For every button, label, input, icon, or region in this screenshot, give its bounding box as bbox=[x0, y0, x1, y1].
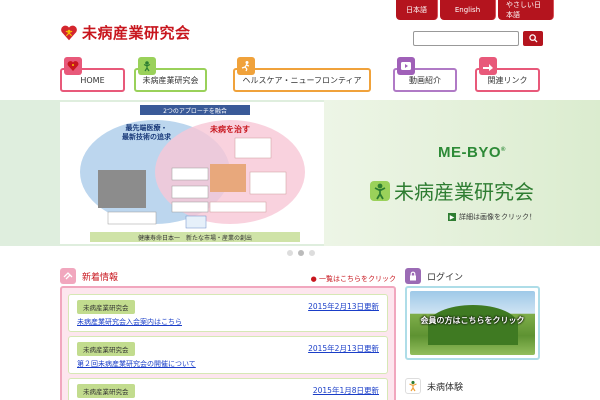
news-text[interactable]: 第２回未病産業研究会の開催について bbox=[77, 359, 196, 369]
list-item[interactable]: 未病産業研究会 2015年2月13日更新 第２回未病産業研究会の開催について bbox=[68, 336, 388, 374]
list-item[interactable]: 未病産業研究会 2015年1月8日更新 bbox=[68, 378, 388, 400]
nav-video[interactable]: 動画紹介 bbox=[393, 57, 457, 92]
news-date[interactable]: 2015年2月13日更新 bbox=[308, 301, 379, 312]
arrow-right-icon: ▶ bbox=[448, 213, 456, 221]
nav-health-frontier[interactable]: ヘルスケア・ニューフロンティア bbox=[233, 57, 371, 92]
nav-links-label: 関連リンク bbox=[487, 75, 528, 85]
search-icon bbox=[528, 34, 538, 43]
sidebar: ログイン 会員の方はこちらをクリック 未病体験 bbox=[405, 266, 540, 396]
person-icon bbox=[405, 378, 421, 394]
slide-footer: 健康寿命日本一 新たな市場・産業の創出 bbox=[90, 232, 300, 242]
nav-video-label: 動画紹介 bbox=[409, 75, 441, 85]
site-name: 未病産業研究会 bbox=[82, 24, 191, 42]
nav-home[interactable]: HOME bbox=[60, 57, 125, 92]
lang-japanese-button[interactable]: 日本語 bbox=[396, 0, 438, 20]
news-text[interactable]: 未病産業研究会入会案内はこちら bbox=[77, 317, 182, 327]
news-tag: 未病産業研究会 bbox=[77, 384, 135, 398]
news-title: 新着情報 bbox=[82, 272, 119, 283]
nav-institute[interactable]: 未病産業研究会 bbox=[134, 57, 207, 92]
hero-title: 未病産業研究会 bbox=[370, 176, 534, 205]
nav-institute-label: 未病産業研究会 bbox=[142, 75, 199, 85]
news-tag: 未病産業研究会 bbox=[77, 300, 135, 314]
news-list: 未病産業研究会 2015年2月13日更新 未病産業研究会入会案内はこちら 未病産… bbox=[60, 286, 396, 400]
slider-dot[interactable] bbox=[298, 250, 304, 256]
site-logo[interactable]: 未病産業研究会 bbox=[60, 22, 191, 43]
news-list-link[interactable]: ● 一覧はこちらをクリック bbox=[311, 274, 396, 284]
click-note: ▶ 詳細は画像をクリック！ bbox=[448, 213, 536, 221]
hero-slide-diagram[interactable]: 2つのアプローチを融合 最先端医療・ 最新技術の追求 未病を治す 健康寿命日本一… bbox=[60, 102, 324, 244]
news-section: 新着情報 ● 一覧はこちらをクリック 未病産業研究会 2015年2月13日更新 … bbox=[60, 266, 396, 400]
login-header: ログイン bbox=[405, 266, 540, 286]
heart-logo-icon bbox=[61, 25, 77, 40]
runner-icon bbox=[237, 57, 255, 75]
language-bar: 日本語 English やさしい日本語 bbox=[396, 0, 556, 20]
search-button[interactable] bbox=[523, 31, 543, 46]
nav-links[interactable]: 関連リンク bbox=[475, 57, 540, 92]
two-approaches-diagram bbox=[80, 120, 305, 229]
lock-icon bbox=[405, 268, 421, 284]
home-person-icon bbox=[64, 57, 82, 75]
search-input[interactable] bbox=[413, 31, 519, 46]
news-icon bbox=[60, 268, 76, 284]
news-date[interactable]: 2015年1月8日更新 bbox=[313, 385, 379, 396]
login-label: ログイン bbox=[427, 272, 464, 283]
main-nav: HOME 未病産業研究会 ヘルスケア・ニューフロンティア 動画紹介 関連リンク bbox=[60, 56, 540, 94]
person-icon bbox=[370, 180, 390, 201]
search-form bbox=[413, 31, 543, 46]
login-banner-text: 会員の方はこちらをクリック bbox=[420, 316, 525, 325]
hero-title-area[interactable]: ME-BYO® 未病産業研究会 ▶ 詳細は画像をクリック！ bbox=[324, 100, 600, 246]
lang-english-button[interactable]: English bbox=[440, 0, 496, 20]
mebyo-taiken-header[interactable]: 未病体験 bbox=[405, 376, 540, 396]
slider-dot[interactable] bbox=[287, 250, 293, 256]
lang-simple-japanese-button[interactable]: やさしい日本語 bbox=[498, 0, 554, 20]
right-approach-label: 未病を治す bbox=[210, 125, 250, 134]
mebyo-taiken-label: 未病体験 bbox=[427, 382, 464, 393]
news-tag: 未病産業研究会 bbox=[77, 342, 135, 356]
link-arrow-icon bbox=[479, 57, 497, 75]
mebyo-logo-text: ME-BYO® bbox=[438, 144, 506, 161]
news-date[interactable]: 2015年2月13日更新 bbox=[308, 343, 379, 354]
slider-dot[interactable] bbox=[309, 250, 315, 256]
hero-banner[interactable]: 2つのアプローチを融合 最先端医療・ 最新技術の追求 未病を治す 健康寿命日本一… bbox=[0, 100, 600, 246]
play-icon bbox=[397, 57, 415, 75]
slider-dots bbox=[287, 250, 320, 256]
login-banner[interactable]: 会員の方はこちらをクリック bbox=[405, 286, 540, 360]
nav-health-label: ヘルスケア・ニューフロンティア bbox=[242, 75, 362, 85]
list-item[interactable]: 未病産業研究会 2015年2月13日更新 未病産業研究会入会案内はこちら bbox=[68, 294, 388, 332]
nav-home-label: HOME bbox=[80, 75, 105, 85]
login-banner-image[interactable]: 会員の方はこちらをクリック bbox=[410, 291, 535, 355]
left-approach-label: 最先端医療・ 最新技術の追求 bbox=[122, 124, 171, 141]
news-header: 新着情報 ● 一覧はこちらをクリック bbox=[60, 266, 396, 286]
person-icon bbox=[138, 57, 156, 75]
